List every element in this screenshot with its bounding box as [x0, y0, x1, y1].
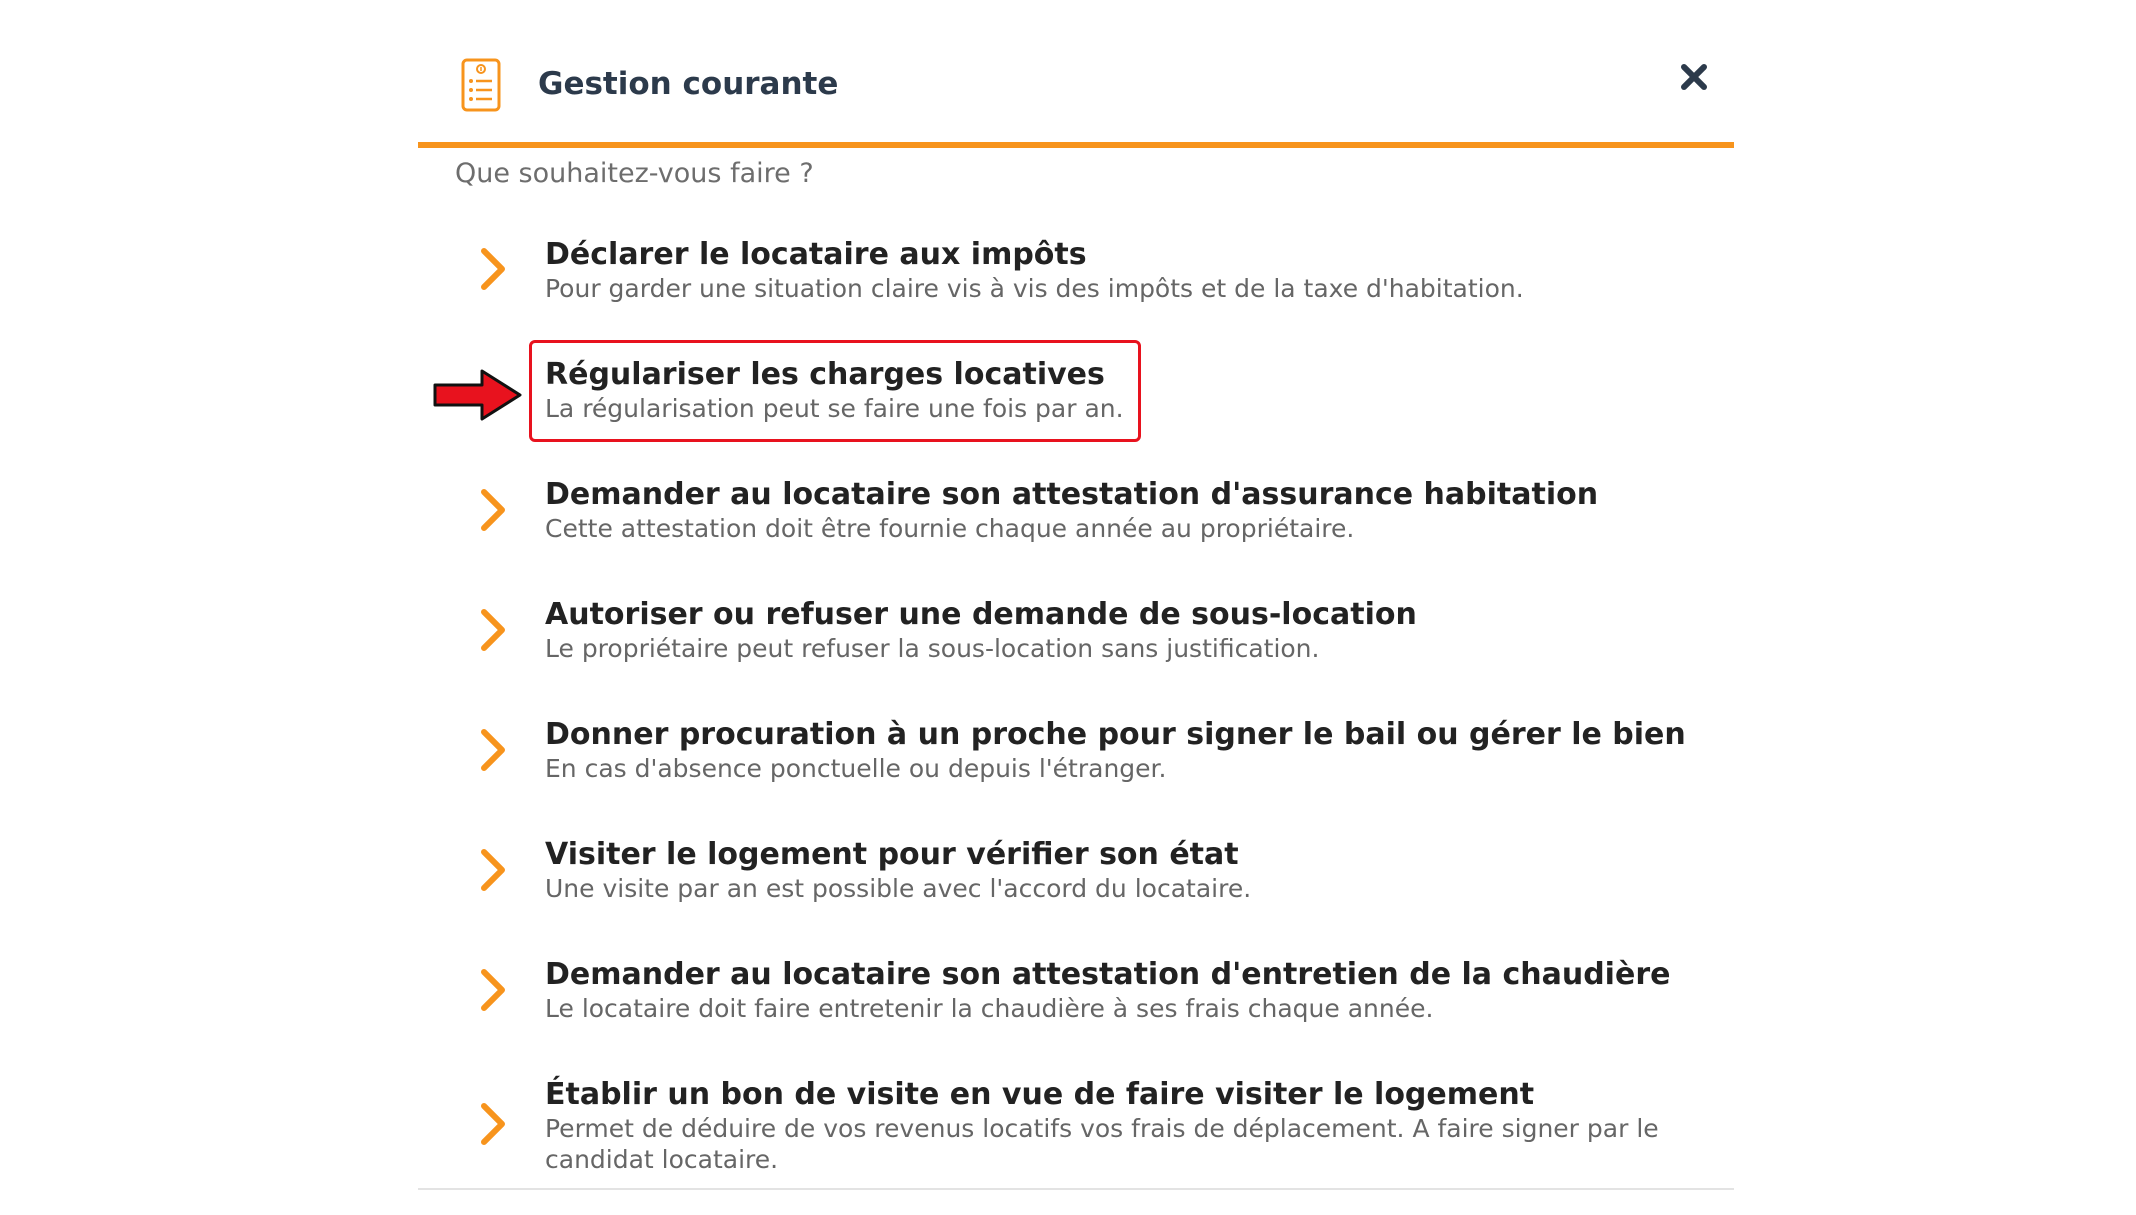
chevron-right-icon [481, 248, 505, 290]
chevron-right-icon [481, 969, 505, 1011]
action-item-description: Permet de déduire de vos revenus locatif… [545, 1114, 1659, 1174]
chevron-right-icon [481, 729, 505, 771]
chevron-right-icon [481, 849, 505, 891]
action-item-title: Établir un bon de visite en vue de faire… [545, 1077, 1535, 1112]
action-item-title: Donner procuration à un proche pour sign… [545, 717, 1686, 752]
action-item-description: La régularisation peut se faire une fois… [545, 394, 1124, 423]
action-item-description: Le locataire doit faire entretenir la ch… [545, 994, 1434, 1023]
action-list: Déclarer le locataire aux impôts Pour ga… [418, 0, 1734, 1192]
action-item-description: Une visite par an est possible avec l'ac… [545, 874, 1252, 903]
action-item-title: Visiter le logement pour vérifier son ét… [545, 837, 1239, 872]
action-item-description: Pour garder une situation claire vis à v… [545, 274, 1524, 303]
gestion-courante-panel: Gestion courante Que souhaitez-vous fair… [418, 0, 1734, 1192]
red-pointer-arrow-icon [433, 369, 522, 421]
action-item-description: Le propriétaire peut refuser la sous-loc… [545, 634, 1320, 663]
action-item-title: Déclarer le locataire aux impôts [545, 237, 1087, 272]
action-item-description: Cette attestation doit être fournie chaq… [545, 514, 1355, 543]
action-item-title: Demander au locataire son attestation d'… [545, 957, 1671, 992]
chevron-right-icon [481, 489, 505, 531]
action-item-title: Demander au locataire son attestation d'… [545, 477, 1599, 512]
panel-bottom-divider [418, 1188, 1734, 1190]
chevron-right-icon [481, 609, 505, 651]
chevron-right-icon [481, 1103, 505, 1145]
action-item-title: Autoriser ou refuser une demande de sous… [545, 597, 1417, 632]
action-item-title: Régulariser les charges locatives [545, 357, 1105, 392]
action-item-description: En cas d'absence ponctuelle ou depuis l'… [545, 754, 1167, 783]
